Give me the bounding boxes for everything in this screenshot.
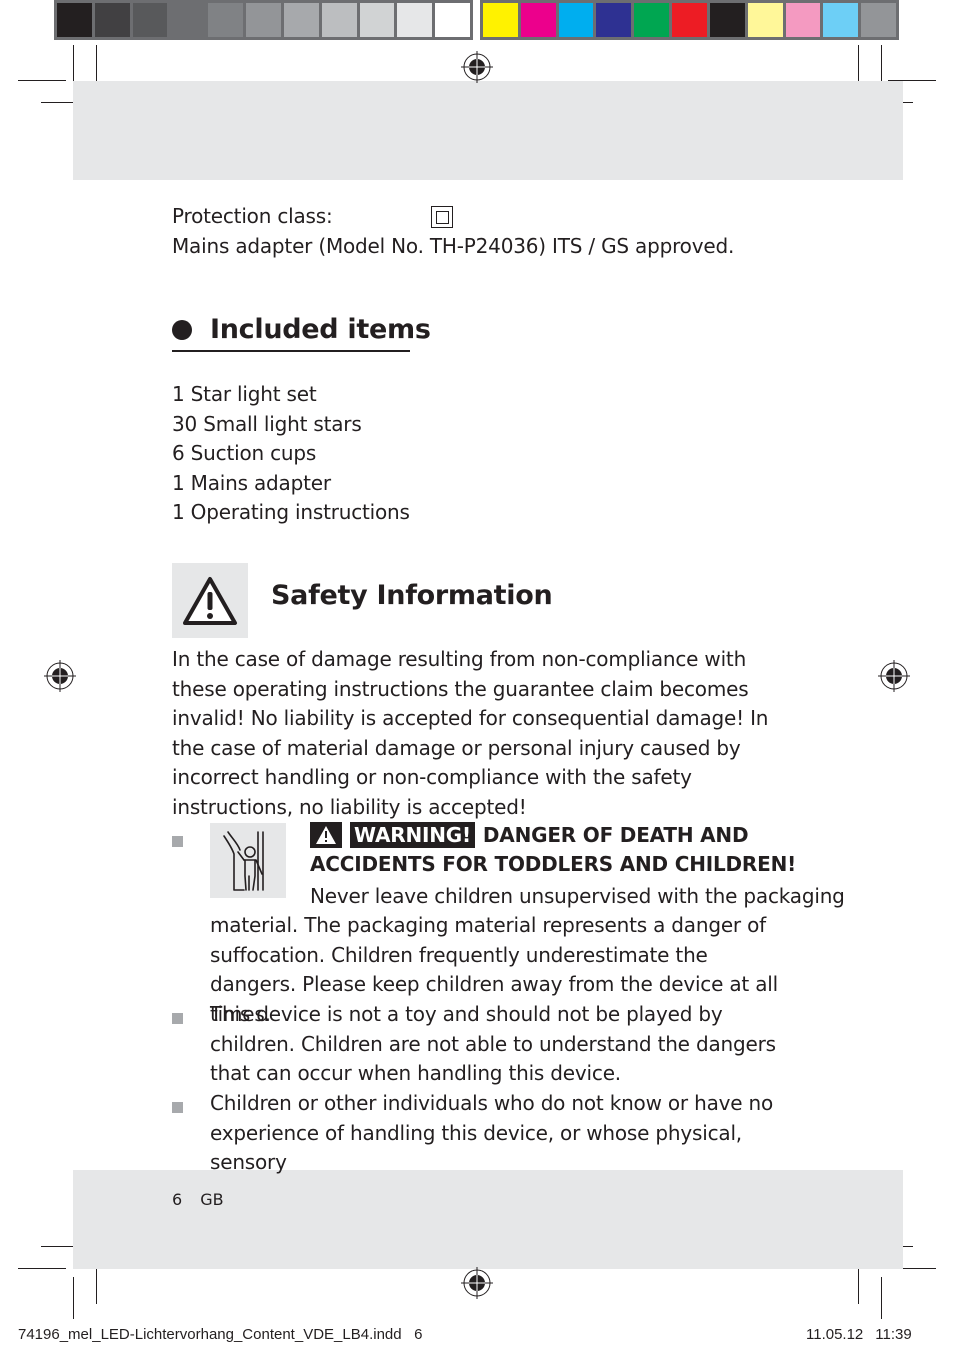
color-swatch — [596, 3, 632, 37]
process-color-bar — [480, 0, 899, 40]
registration-mark-icon — [44, 660, 76, 692]
warning-heading-line2: ACCIDENTS FOR TODDLERS AND CHILDREN! — [310, 852, 797, 876]
color-swatch — [558, 3, 594, 37]
crop-mark — [18, 80, 66, 81]
color-swatch — [435, 3, 470, 37]
warning-triangle-icon — [183, 576, 237, 625]
color-swatch — [520, 3, 556, 37]
color-swatch — [170, 3, 206, 37]
list-item: 1 Star light set — [172, 382, 317, 406]
list-item: 1 Operating instructions — [172, 500, 410, 525]
header-band — [73, 81, 903, 180]
color-swatch — [246, 3, 281, 37]
section-title: Safety Information — [271, 580, 553, 611]
language-code: GB — [200, 1190, 224, 1209]
safety-bullet: Children or other individuals who do not… — [210, 1091, 774, 1175]
grayscale-color-bar — [54, 0, 473, 40]
color-swatch — [747, 3, 783, 37]
slug-time: 11:39 — [875, 1326, 912, 1343]
protection-class-label: Protection class: — [172, 204, 333, 228]
warning-body-line1: Never leave children unsupervised with t… — [310, 884, 845, 908]
color-swatch — [672, 3, 707, 37]
class-ii-icon — [430, 205, 453, 228]
heading-underline — [172, 350, 410, 352]
color-swatch — [321, 3, 357, 37]
slug-date: 11.05.12 — [806, 1326, 864, 1343]
section-title: Included items — [210, 314, 431, 345]
crop-mark — [73, 1277, 74, 1319]
registration-mark-icon — [461, 1267, 493, 1299]
page-number: 6 — [172, 1190, 183, 1209]
color-swatch — [823, 3, 859, 37]
included-items-heading: Included items — [172, 314, 431, 345]
registration-mark-icon — [461, 51, 493, 83]
color-swatch — [397, 3, 433, 37]
list-item: 6 Suction cups — [172, 441, 317, 466]
color-swatch — [634, 3, 670, 37]
color-swatch — [785, 3, 821, 37]
bullet-square-icon — [172, 836, 183, 847]
color-swatch — [359, 3, 395, 37]
color-swatch — [861, 3, 896, 37]
bullet-dot-icon — [172, 319, 192, 340]
warning-badge — [310, 822, 342, 848]
list-item: 1 Mains adapter — [172, 470, 331, 495]
safety-intro-paragraph: In the case of damage resulting from non… — [172, 647, 769, 819]
footer-band — [73, 1170, 903, 1269]
color-swatch — [208, 3, 244, 37]
safety-icon-box — [172, 563, 248, 638]
color-swatch — [483, 3, 518, 37]
safety-bullet: This device is not a toy and should not … — [210, 1002, 776, 1086]
warning-label: WARNING! — [350, 822, 475, 848]
color-swatch — [132, 3, 168, 37]
child-danger-icon — [223, 830, 264, 891]
included-items-list: 1 Star light set 30 Small light stars 6 … — [172, 380, 410, 528]
list-item: 30 Small light stars — [172, 411, 362, 436]
slug-timestamp: 11.05.12 11:39 — [806, 1326, 912, 1343]
registration-mark-icon — [878, 660, 910, 692]
bullet-square-icon — [172, 1013, 183, 1024]
specs-block: Protection class: Mains adapter (Model N… — [172, 202, 734, 261]
bullet-square-icon — [172, 1102, 183, 1113]
color-swatch — [57, 3, 92, 37]
color-swatch — [283, 3, 319, 37]
child-danger-icon-box — [210, 823, 286, 898]
color-swatch — [94, 3, 130, 37]
crop-mark — [18, 1268, 66, 1269]
crop-mark — [881, 1277, 882, 1319]
warning-heading: WARNING! DANGER OF DEATH AND — [310, 822, 749, 848]
page-footer: 6 GB — [172, 1190, 224, 1209]
warning-heading-line1: DANGER OF DEATH AND — [482, 823, 749, 847]
color-swatch — [709, 3, 745, 37]
slug-filename: 74196_mel_LED-Lichtervorhang_Content_VDE… — [18, 1326, 423, 1343]
adapter-line: Mains adapter (Model No. TH-P24036) ITS … — [172, 233, 735, 258]
warning-triangle-icon — [316, 826, 336, 844]
